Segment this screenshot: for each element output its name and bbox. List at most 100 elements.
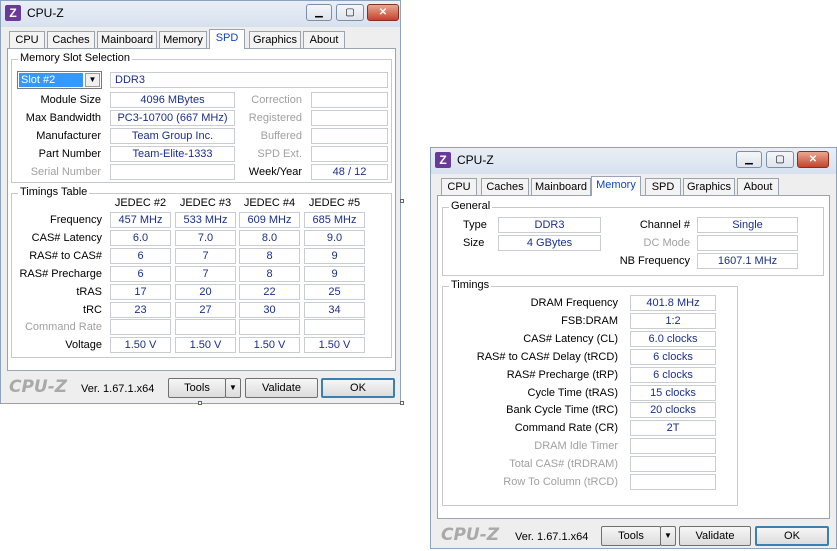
cpuz-logo-icon: Z bbox=[435, 152, 451, 168]
timing-cell: 8 bbox=[239, 265, 300, 282]
cpuz-brand: CPU-Z bbox=[441, 525, 500, 545]
tab-graphics[interactable]: Graphics bbox=[249, 31, 301, 48]
bottom-bar: CPU-Z Ver. 1.67.1.x64 Tools ▼ Validate O… bbox=[431, 521, 836, 551]
tab-memory[interactable]: Memory bbox=[159, 31, 207, 48]
tab-graphics[interactable]: Graphics bbox=[683, 178, 735, 195]
tab-about[interactable]: About bbox=[737, 178, 779, 195]
timing-cell: 9.0 bbox=[304, 229, 365, 246]
module-size-value: 4096 MBytes bbox=[110, 92, 235, 108]
timing-cell: 22 bbox=[239, 283, 300, 300]
timing-cell: 533 MHz bbox=[175, 212, 236, 228]
timing-label: RAS# to CAS# Delay (tRCD) bbox=[476, 350, 618, 363]
cpuz-window-spd: Z CPU-Z ▁ ▢ ✕ CPU Caches Mainboard Memor… bbox=[0, 0, 401, 404]
timing-label: DRAM Frequency bbox=[530, 297, 618, 309]
spd-ext-value bbox=[311, 146, 388, 162]
timing-cell bbox=[304, 319, 365, 336]
timing-label: CAS# Latency (CL) bbox=[523, 332, 618, 345]
timing-value: 20 clocks bbox=[630, 402, 716, 419]
registered-label: Registered bbox=[248, 112, 302, 124]
timing-cell: 457 MHz bbox=[110, 212, 171, 228]
memory-panel: General Type DDR3 Size 4 GBytes Channel … bbox=[437, 195, 830, 519]
buffered-label: Buffered bbox=[260, 130, 302, 142]
tab-caches[interactable]: Caches bbox=[47, 31, 95, 48]
timing-cell: 7.0 bbox=[175, 229, 236, 246]
timing-cell: 27 bbox=[175, 301, 236, 318]
close-button[interactable]: ✕ bbox=[367, 4, 399, 21]
close-button[interactable]: ✕ bbox=[797, 151, 829, 168]
correction-label: Correction bbox=[251, 94, 302, 106]
tab-spd[interactable]: SPD bbox=[209, 29, 245, 49]
group-label: Timings Table bbox=[18, 186, 90, 198]
timing-row-label: CAS# Latency bbox=[31, 231, 102, 244]
tools-button[interactable]: Tools bbox=[168, 378, 226, 398]
tab-spd[interactable]: SPD bbox=[645, 178, 681, 195]
timing-label: Cycle Time (tRAS) bbox=[527, 386, 618, 399]
timing-value: 6.0 clocks bbox=[630, 330, 716, 347]
version-label: Ver. 1.67.1.x64 bbox=[515, 531, 589, 543]
cpuz-brand: CPU-Z bbox=[9, 377, 68, 397]
timing-value: 2T bbox=[630, 420, 716, 437]
timing-cell: 25 bbox=[304, 283, 365, 300]
timing-cell: 34 bbox=[304, 301, 365, 318]
timing-label: Total CAS# (tRDRAM) bbox=[509, 458, 618, 471]
minimize-button[interactable]: ▁ bbox=[736, 151, 762, 168]
size-value: 4 GBytes bbox=[498, 235, 601, 251]
title-bar[interactable]: Z CPU-Z ▁ ▢ ✕ bbox=[1, 1, 400, 27]
maximize-button[interactable]: ▢ bbox=[766, 151, 794, 168]
maximize-button[interactable]: ▢ bbox=[336, 4, 364, 21]
week-year-value: 48 / 12 bbox=[311, 164, 388, 180]
timing-label: Row To Column (tRCD) bbox=[503, 476, 618, 488]
timing-row-label: tRC bbox=[83, 303, 102, 316]
timing-cell: 20 bbox=[175, 283, 236, 300]
validate-button[interactable]: Validate bbox=[245, 378, 318, 398]
dc-mode-label: DC Mode bbox=[643, 237, 690, 249]
chevron-down-icon[interactable]: ▼ bbox=[85, 73, 100, 87]
tab-cpu[interactable]: CPU bbox=[9, 31, 45, 48]
ok-button[interactable]: OK bbox=[755, 526, 829, 546]
ok-button[interactable]: OK bbox=[321, 378, 395, 398]
jedec-header: JEDEC #4 bbox=[243, 197, 296, 209]
cpuz-logo-icon: Z bbox=[5, 5, 21, 21]
timing-cell: 6 bbox=[110, 247, 171, 264]
selection-handle[interactable] bbox=[400, 401, 404, 405]
timing-label: Command Rate (CR) bbox=[514, 422, 618, 435]
manufacturer-label: Manufacturer bbox=[36, 130, 101, 142]
tab-about[interactable]: About bbox=[303, 31, 345, 48]
tools-button[interactable]: Tools bbox=[601, 526, 661, 546]
timing-cell: 609 MHz bbox=[239, 212, 300, 228]
tab-cpu[interactable]: CPU bbox=[441, 178, 477, 195]
timing-cell bbox=[110, 319, 171, 336]
jedec-header: JEDEC #2 bbox=[114, 197, 167, 209]
timing-label: DRAM Idle Timer bbox=[534, 440, 618, 453]
timing-value: 401.8 MHz bbox=[630, 295, 716, 311]
tools-dropdown-arrow-icon[interactable]: ▼ bbox=[660, 526, 676, 546]
timing-cell bbox=[239, 319, 300, 336]
group-label: General bbox=[449, 200, 493, 212]
group-label: Timings bbox=[449, 279, 492, 291]
timing-cell: 1.50 V bbox=[239, 337, 300, 354]
channel-value: Single bbox=[697, 217, 798, 233]
nb-frequency-value: 1607.1 MHz bbox=[697, 253, 798, 269]
timing-row-label: Voltage bbox=[65, 339, 102, 352]
part-number-value: Team-Elite-1333 bbox=[110, 146, 235, 162]
minimize-button[interactable]: ▁ bbox=[306, 4, 332, 21]
title-bar[interactable]: Z CPU-Z ▁ ▢ ✕ bbox=[431, 148, 836, 174]
tools-dropdown-arrow-icon[interactable]: ▼ bbox=[225, 378, 241, 398]
serial-number-label: Serial Number bbox=[30, 166, 101, 178]
serial-number-value bbox=[110, 164, 235, 180]
tab-memory[interactable]: Memory bbox=[591, 176, 641, 196]
timing-cell: 7 bbox=[175, 265, 236, 282]
tab-mainboard[interactable]: Mainboard bbox=[531, 178, 591, 195]
jedec-header: JEDEC #3 bbox=[179, 197, 232, 209]
slot-select-value: Slot #2 bbox=[19, 73, 83, 87]
selection-handle[interactable] bbox=[400, 199, 404, 203]
selection-handle[interactable] bbox=[198, 401, 202, 405]
tab-mainboard[interactable]: Mainboard bbox=[97, 31, 157, 48]
channel-label: Channel # bbox=[639, 219, 690, 231]
tab-caches[interactable]: Caches bbox=[481, 178, 529, 195]
timing-cell: 8 bbox=[239, 247, 300, 264]
bottom-bar: CPU-Z Ver. 1.67.1.x64 Tools ▼ Validate O… bbox=[1, 373, 400, 403]
nb-frequency-label: NB Frequency bbox=[619, 255, 690, 267]
slot-select[interactable]: Slot #2 ▼ bbox=[17, 71, 102, 89]
validate-button[interactable]: Validate bbox=[679, 526, 751, 546]
